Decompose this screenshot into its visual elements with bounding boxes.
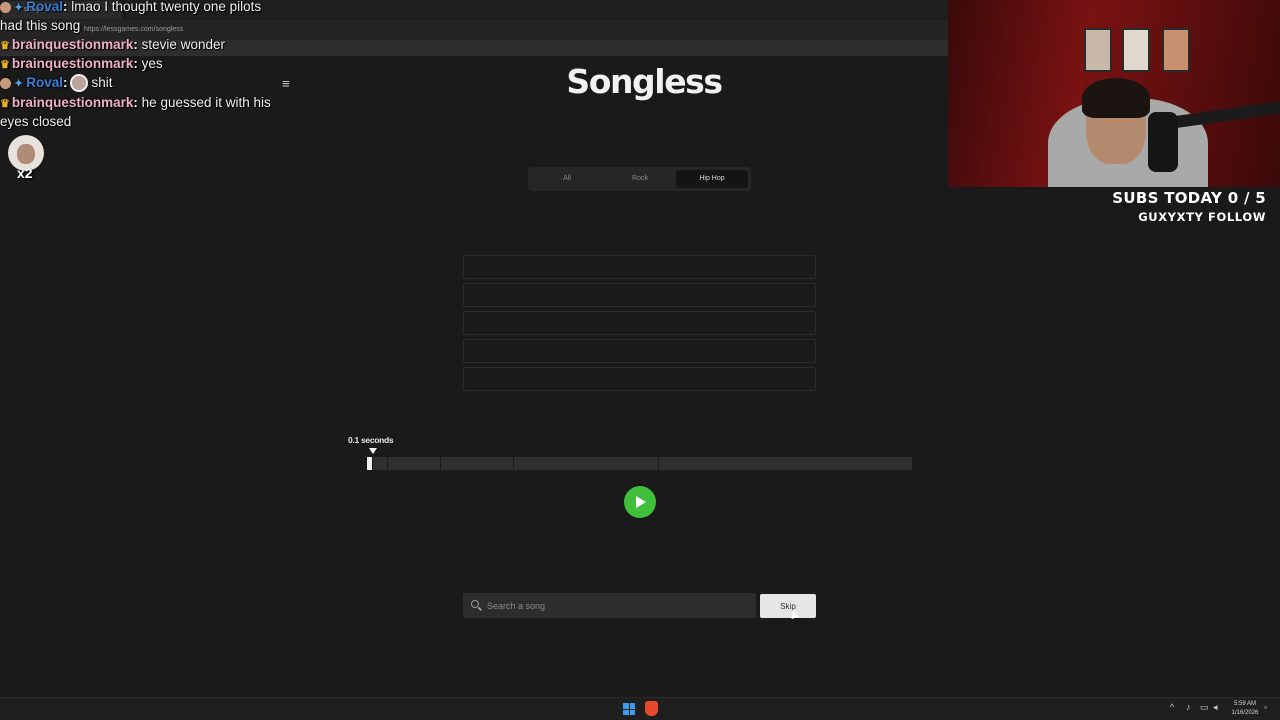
search-input[interactable] bbox=[487, 593, 747, 618]
user-avatar bbox=[0, 77, 11, 89]
guess-slot-2 bbox=[463, 283, 816, 307]
progress-marker-icon bbox=[369, 448, 377, 454]
volume-icon[interactable]: ◂ bbox=[1213, 702, 1218, 713]
search-icon bbox=[471, 600, 479, 608]
chat-message: eyes closed bbox=[0, 114, 72, 129]
search-box bbox=[463, 593, 756, 618]
play-button[interactable] bbox=[624, 486, 656, 518]
wall-frame bbox=[1122, 28, 1150, 72]
emote-face bbox=[17, 144, 35, 164]
chat-separator: : bbox=[133, 56, 138, 71]
notification-icon[interactable]: ▫ bbox=[1264, 702, 1267, 712]
guess-slot-5 bbox=[463, 367, 816, 391]
chevron-up-icon[interactable]: ^ bbox=[1170, 702, 1174, 712]
wall-frame bbox=[1162, 28, 1190, 72]
tab-hip-hop[interactable]: Hip Hop bbox=[676, 170, 748, 188]
chat-username: brainquestionmark bbox=[11, 95, 134, 110]
chat-separator: : bbox=[133, 37, 138, 52]
skip-button[interactable]: Skip bbox=[760, 594, 816, 618]
page-title: Songless bbox=[566, 62, 723, 101]
chat-line: had this song bbox=[0, 16, 80, 36]
progress-track[interactable] bbox=[367, 457, 912, 470]
microphone-icon bbox=[1148, 112, 1178, 172]
clock-date: 1/16/2026 bbox=[1231, 709, 1259, 716]
chat-username: brainquestionmark bbox=[11, 37, 134, 52]
wall-frame bbox=[1084, 28, 1112, 72]
chat-message: yes bbox=[141, 56, 163, 71]
chat-username: brainquestionmark bbox=[11, 56, 134, 71]
chat-separator: : bbox=[62, 75, 68, 90]
play-icon bbox=[636, 496, 646, 508]
follow-text: GUXYXTY FOLLOW bbox=[1138, 210, 1266, 224]
progress-divider bbox=[513, 457, 514, 470]
chat-username: Roval bbox=[26, 75, 63, 90]
crown-badge-icon: ♛ bbox=[0, 59, 10, 71]
emote-count: x2 bbox=[17, 165, 33, 181]
chat-message: stevie wonder bbox=[141, 37, 225, 52]
sword-badge-icon: ✦ bbox=[14, 78, 24, 90]
progress-label: 0.1 seconds bbox=[348, 435, 394, 445]
taskbar: ^ ♪ ▭ ◂ 5:59 AM 1/16/2026 ▫ bbox=[0, 697, 1280, 720]
chat-separator: : bbox=[133, 95, 138, 110]
chat-line: ✦ Roval: shit bbox=[0, 73, 113, 95]
chat-line: eyes closed bbox=[0, 112, 71, 132]
sword-badge-icon: ✦ bbox=[14, 2, 24, 14]
chat-message: he guessed it with his bbox=[141, 95, 271, 110]
guess-slot-1 bbox=[463, 255, 816, 279]
clock-time: 5:59 AM bbox=[1233, 701, 1256, 707]
tab-all[interactable]: All bbox=[531, 170, 603, 188]
chat-separator: : bbox=[62, 0, 68, 14]
guess-slot-4 bbox=[463, 339, 816, 363]
chat-message: lmao I thought twenty one pilots bbox=[71, 0, 262, 14]
mic-arm bbox=[1172, 99, 1280, 129]
webcam-feed bbox=[948, 0, 1280, 187]
progress-divider bbox=[440, 457, 441, 470]
progress-divider bbox=[387, 457, 388, 470]
chat-message: shit bbox=[91, 75, 113, 90]
crown-badge-icon: ♛ bbox=[0, 40, 10, 52]
network-icon[interactable]: ▭ bbox=[1200, 702, 1209, 713]
brave-browser-icon[interactable] bbox=[645, 701, 658, 716]
url-text[interactable]: https://lessgames.com/songless bbox=[84, 26, 183, 33]
face-emote-icon bbox=[70, 74, 89, 93]
progress-divider bbox=[372, 457, 373, 470]
hamburger-menu-icon[interactable]: ≡ bbox=[282, 76, 290, 91]
guess-slot-3 bbox=[463, 311, 816, 335]
windows-start-icon[interactable] bbox=[623, 703, 635, 715]
streamer-hair bbox=[1082, 78, 1150, 118]
chat-username: Roval bbox=[26, 0, 63, 14]
genre-tabs: All Rock Hip Hop bbox=[528, 167, 751, 191]
crown-badge-icon: ♛ bbox=[0, 98, 10, 110]
tab-rock[interactable]: Rock bbox=[604, 170, 676, 188]
subs-counter: SUBS TODAY 0 / 5 bbox=[1112, 189, 1266, 207]
chat-message: had this song bbox=[0, 18, 81, 33]
user-avatar bbox=[0, 1, 11, 13]
progress-divider bbox=[658, 457, 659, 470]
taskbar-clock[interactable]: 5:59 AM 1/16/2026 bbox=[1228, 700, 1262, 717]
microphone-tray-icon[interactable]: ♪ bbox=[1186, 702, 1191, 712]
